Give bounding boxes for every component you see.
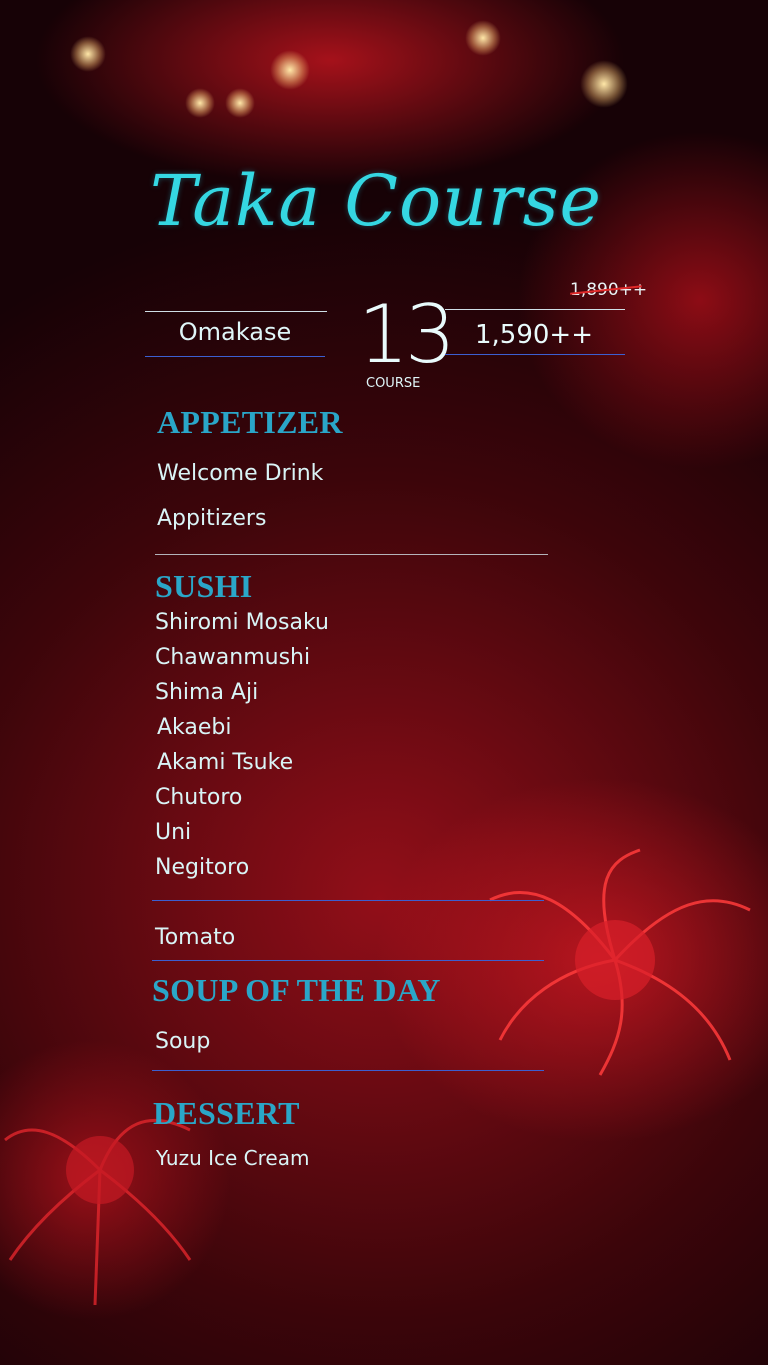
menu-item: Chutoro [155, 785, 243, 810]
menu-item: Shiromi Mosaku [155, 610, 329, 635]
lantern-light [270, 50, 310, 90]
course-count: 13 [358, 288, 456, 381]
course-label: COURSE [366, 376, 421, 391]
menu-item: Chawanmushi [155, 645, 311, 670]
menu-item: Appitizers [157, 506, 267, 531]
section-title-dessert: DESSERT [153, 1095, 300, 1131]
menu-item: Akaebi [157, 715, 232, 740]
menu-item: Tomato [155, 925, 236, 950]
lantern-light [465, 20, 501, 56]
section-title-sushi: SUSHI [155, 568, 253, 604]
section-title-appetizer: APPETIZER [157, 404, 343, 440]
menu-item: Negitoro [155, 855, 250, 880]
plan-name: Omakase [178, 318, 292, 346]
divider [445, 354, 625, 355]
lantern-light [225, 88, 255, 118]
divider [155, 554, 548, 555]
divider [145, 356, 325, 357]
course-title: Taka Course [150, 160, 602, 242]
menu-item: Welcome Drink [157, 461, 324, 486]
divider [445, 309, 625, 310]
menu-item: Uni [155, 820, 192, 845]
menu-item: Shima Aji [155, 680, 259, 705]
divider [152, 960, 544, 961]
section-title-soup: SOUP OF THE DAY [152, 972, 441, 1008]
menu-item: Soup [155, 1029, 211, 1054]
divider [152, 1070, 544, 1071]
divider [152, 900, 544, 901]
new-price: 1,590++ [474, 320, 593, 350]
lantern-light [185, 88, 215, 118]
menu-item: Yuzu Ice Cream [156, 1146, 310, 1170]
divider [145, 311, 327, 312]
lantern-light [580, 60, 628, 108]
menu-item: Akami Tsuke [157, 750, 294, 775]
lantern-light [70, 36, 106, 72]
